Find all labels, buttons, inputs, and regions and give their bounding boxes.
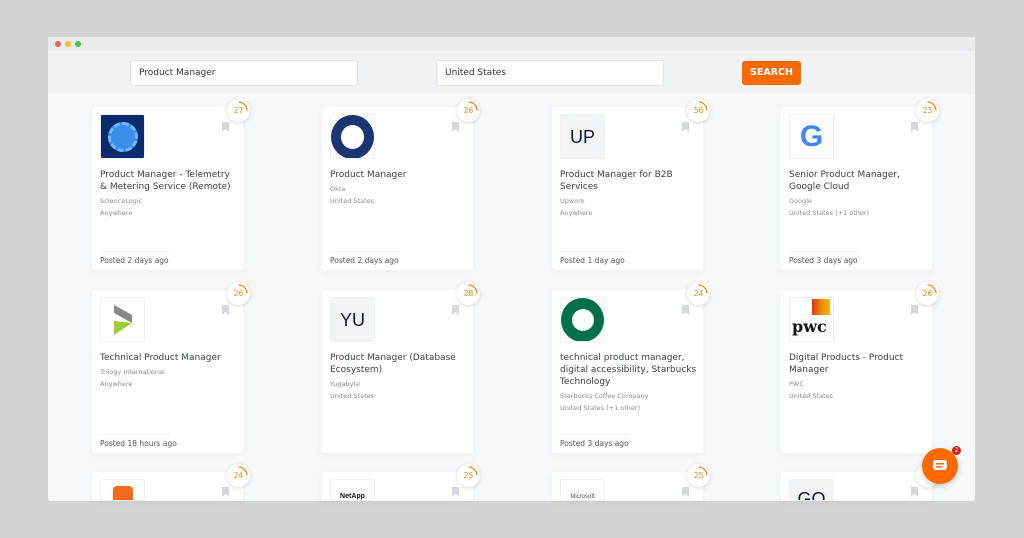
company-logo: YU: [330, 297, 375, 342]
location-input[interactable]: United States: [436, 60, 664, 86]
bookmark-icon[interactable]: [682, 305, 689, 315]
job-details: Technical Product Manager Trilogy Interna…: [100, 352, 238, 390]
posted-date: Posted 3 days ago: [560, 434, 630, 448]
bookmark-icon[interactable]: [682, 122, 689, 132]
match-score: 25: [687, 464, 710, 487]
company-logo: [100, 297, 145, 342]
company-logo: [560, 297, 605, 342]
job-details: Product Manager - Telemetry & Metering S…: [100, 169, 238, 219]
job-title[interactable]: Digital Products - Product Manager: [789, 352, 927, 376]
bookmark-icon[interactable]: [222, 305, 229, 315]
job-location: United States: [789, 392, 834, 400]
job-location: United States: [330, 197, 375, 205]
close-dot[interactable]: [55, 41, 61, 47]
bookmark-icon[interactable]: [911, 122, 918, 132]
job-card[interactable]: 27 Product Manager - Telemetry & Meterin…: [92, 99, 250, 270]
job-details: Product Manager Okta United States: [330, 169, 468, 207]
job-details: Senior Product Manager, Google Cloud Goog…: [789, 169, 927, 219]
match-score: 26: [457, 99, 480, 122]
job-title[interactable]: Senior Product Manager, Google Cloud: [789, 169, 927, 193]
job-card[interactable]: NetApp 25: [322, 464, 480, 501]
job-card[interactable]: 24: [92, 464, 250, 501]
company-name: Upwork: [560, 197, 585, 205]
job-location: Anywhere: [560, 209, 593, 217]
title-bar: [48, 37, 975, 51]
job-location: United States: [330, 392, 375, 400]
bookmark-icon[interactable]: [222, 122, 229, 132]
company-logo: UP: [560, 114, 605, 159]
job-location: Anywhere: [100, 380, 133, 388]
match-score: 24: [227, 464, 250, 487]
company-name: Starbucks Coffee Company: [560, 392, 649, 400]
job-card[interactable]: YU 28 Product Manager (Database Ecosyste…: [322, 282, 480, 453]
bookmark-icon[interactable]: [452, 122, 459, 132]
match-score: 56: [687, 99, 710, 122]
bookmark-icon[interactable]: [911, 487, 918, 497]
bookmark-icon[interactable]: [682, 487, 689, 497]
search-button[interactable]: SEARCH: [742, 61, 801, 85]
bookmark-icon[interactable]: [452, 487, 459, 497]
match-score: 23: [916, 99, 939, 122]
job-title[interactable]: technical product manager, digital acces…: [560, 352, 698, 388]
job-title[interactable]: Product Manager (Database Ecosystem): [330, 352, 468, 376]
job-card[interactable]: pwc 26 Digital Products - Product Manage…: [781, 282, 939, 453]
job-details: technical product manager, digital acces…: [560, 352, 698, 414]
match-score: 26: [227, 282, 250, 305]
company-logo: [100, 114, 145, 159]
chat-button[interactable]: 2: [922, 446, 961, 484]
job-details: Digital Products - Product Manager PWC Uni…: [789, 352, 927, 402]
bookmark-icon[interactable]: [452, 305, 459, 315]
company-logo: GO: [789, 479, 834, 501]
posted-date: Posted 3 days ago: [789, 251, 859, 265]
company-logo: pwc: [789, 297, 834, 342]
job-card[interactable]: 24 technical product manager, digital ac…: [552, 282, 710, 453]
match-score: 25: [457, 464, 480, 487]
job-card[interactable]: GO: [781, 464, 939, 501]
job-card[interactable]: G 23 Senior Product Manager, Google Clou…: [781, 99, 939, 270]
job-card[interactable]: UP 56 Product Manager for B2B Services Up…: [552, 99, 710, 270]
posted-date: Posted 2 days ago: [330, 251, 400, 265]
company-name: Google: [789, 197, 812, 205]
job-details: Product Manager (Database Ecosystem) Yuga…: [330, 352, 468, 402]
minimize-dot[interactable]: [65, 41, 71, 47]
job-title[interactable]: Product Manager for B2B Services: [560, 169, 698, 193]
company-logo: NetApp: [330, 479, 375, 501]
job-title-input[interactable]: Product Manager: [130, 60, 358, 86]
browser-window: Product Manager United States SEARCH 27 …: [48, 37, 975, 501]
job-title[interactable]: Product Manager: [330, 169, 468, 181]
job-details: Product Manager for B2B Services Upwork An…: [560, 169, 698, 219]
company-name: Okta: [330, 185, 346, 193]
chat-badge: 2: [952, 446, 961, 455]
bookmark-icon[interactable]: [911, 305, 918, 315]
match-score: 27: [227, 99, 250, 122]
company-name: ScienceLogic: [100, 197, 143, 205]
company-name: PWC: [789, 380, 804, 388]
company-name: Trilogy International: [100, 368, 165, 376]
search-header: Product Manager United States SEARCH: [48, 51, 975, 94]
posted-date: Posted 2 days ago: [100, 251, 170, 265]
maximize-dot[interactable]: [75, 41, 81, 47]
match-score: 24: [687, 282, 710, 305]
match-score: 26: [916, 282, 939, 305]
company-name: Yugabyte: [330, 380, 360, 388]
job-card[interactable]: Microsoft 25: [552, 464, 710, 501]
company-logo: Microsoft: [560, 479, 605, 501]
posted-date: Posted 18 hours ago: [100, 434, 177, 448]
job-card[interactable]: 26 Product Manager Okta United States Poste…: [322, 99, 480, 270]
job-location: United States (+1 other): [789, 209, 870, 217]
company-logo: G: [789, 114, 834, 159]
job-location: United States (+1 other): [560, 404, 641, 412]
bookmark-icon[interactable]: [222, 487, 229, 497]
job-title[interactable]: Product Manager - Telemetry & Metering S…: [100, 169, 238, 193]
company-logo: [100, 479, 145, 501]
job-card[interactable]: 26 Technical Product Manager Trilogy Inte…: [92, 282, 250, 453]
posted-date: Posted 1 day ago: [560, 251, 630, 265]
match-score: 28: [457, 282, 480, 305]
job-title[interactable]: Technical Product Manager: [100, 352, 238, 364]
company-logo: [330, 114, 375, 159]
job-location: Anywhere: [100, 209, 133, 217]
